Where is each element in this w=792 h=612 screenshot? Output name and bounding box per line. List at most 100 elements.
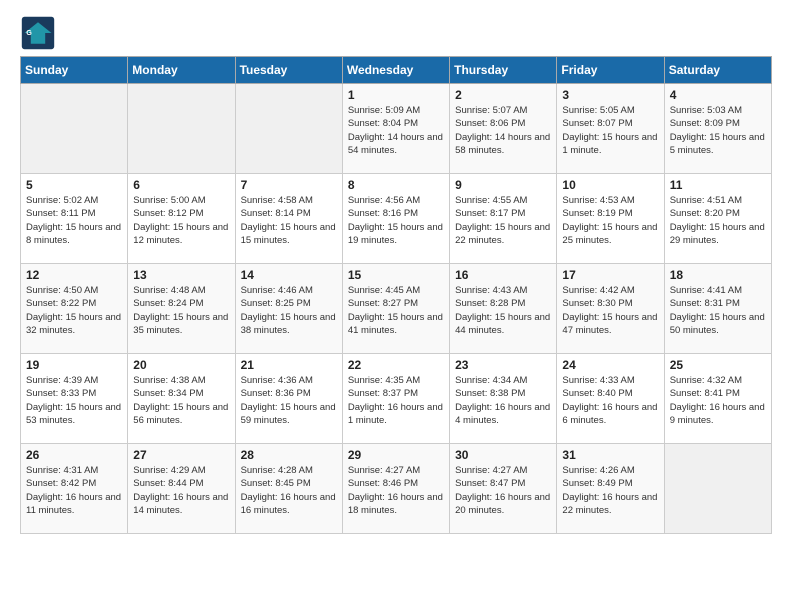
day-info: Sunrise: 4:51 AMSunset: 8:20 PMDaylight:… [670, 194, 766, 247]
day-number: 19 [26, 358, 122, 372]
calendar-cell: 20 Sunrise: 4:38 AMSunset: 8:34 PMDayligh… [128, 354, 235, 444]
day-number: 26 [26, 448, 122, 462]
header: G [20, 15, 772, 51]
day-number: 25 [670, 358, 766, 372]
day-number: 9 [455, 178, 551, 192]
day-info: Sunrise: 4:27 AMSunset: 8:46 PMDaylight:… [348, 464, 444, 517]
calendar-cell [235, 84, 342, 174]
calendar-cell: 31Sunrise: 4:26 AMSunset: 8:49 PMDayligh… [557, 444, 664, 534]
day-number: 20 [133, 358, 229, 372]
day-number: 22 [348, 358, 444, 372]
calendar-cell: 30 Sunrise: 4:27 AMSunset: 8:47 PMDayligh… [450, 444, 557, 534]
calendar-cell [21, 84, 128, 174]
calendar-cell: 14 Sunrise: 4:46 AMSunset: 8:25 PMDayligh… [235, 264, 342, 354]
week-row-4: 19 Sunrise: 4:39 AMSunset: 8:33 PMDayligh… [21, 354, 772, 444]
day-number: 21 [241, 358, 337, 372]
day-number: 28 [241, 448, 337, 462]
calendar-cell: 21 Sunrise: 4:36 AMSunset: 8:36 PMDayligh… [235, 354, 342, 444]
day-number: 12 [26, 268, 122, 282]
week-row-3: 12 Sunrise: 4:50 AMSunset: 8:22 PMDayligh… [21, 264, 772, 354]
day-info: Sunrise: 4:43 AMSunset: 8:28 PMDaylight:… [455, 284, 551, 337]
calendar-cell: 2 Sunrise: 5:07 AMSunset: 8:06 PMDaylight… [450, 84, 557, 174]
calendar-cell: 10 Sunrise: 4:53 AMSunset: 8:19 PMDayligh… [557, 174, 664, 264]
day-number: 10 [562, 178, 658, 192]
week-row-2: 5 Sunrise: 5:02 AMSunset: 8:11 PMDaylight… [21, 174, 772, 264]
day-number: 24 [562, 358, 658, 372]
weekday-header-wednesday: Wednesday [342, 57, 449, 84]
calendar-cell: 18 Sunrise: 4:41 AMSunset: 8:31 PMDayligh… [664, 264, 771, 354]
day-number: 30 [455, 448, 551, 462]
day-info: Sunrise: 4:31 AMSunset: 8:42 PMDaylight:… [26, 464, 122, 517]
day-number: 3 [562, 88, 658, 102]
calendar-cell: 26 Sunrise: 4:31 AMSunset: 8:42 PMDayligh… [21, 444, 128, 534]
day-info: Sunrise: 4:27 AMSunset: 8:47 PMDaylight:… [455, 464, 551, 517]
calendar-cell: 15Sunrise: 4:45 AMSunset: 8:27 PMDayligh… [342, 264, 449, 354]
calendar-cell: 29 Sunrise: 4:27 AMSunset: 8:46 PMDayligh… [342, 444, 449, 534]
day-number: 29 [348, 448, 444, 462]
day-info: Sunrise: 4:55 AMSunset: 8:17 PMDaylight:… [455, 194, 551, 247]
day-info: Sunrise: 5:07 AMSunset: 8:06 PMDaylight:… [455, 104, 551, 157]
calendar-cell: 27 Sunrise: 4:29 AMSunset: 8:44 PMDayligh… [128, 444, 235, 534]
calendar-cell: 25 Sunrise: 4:32 AMSunset: 8:41 PMDayligh… [664, 354, 771, 444]
weekday-header-tuesday: Tuesday [235, 57, 342, 84]
day-number: 5 [26, 178, 122, 192]
day-info: Sunrise: 4:32 AMSunset: 8:41 PMDaylight:… [670, 374, 766, 427]
day-info: Sunrise: 4:48 AMSunset: 8:24 PMDaylight:… [133, 284, 229, 337]
day-number: 16 [455, 268, 551, 282]
day-number: 2 [455, 88, 551, 102]
day-number: 6 [133, 178, 229, 192]
day-info: Sunrise: 5:03 AMSunset: 8:09 PMDaylight:… [670, 104, 766, 157]
calendar-cell: 1 Sunrise: 5:09 AMSunset: 8:04 PMDaylight… [342, 84, 449, 174]
logo-icon: G [20, 15, 56, 51]
weekday-header-row: SundayMondayTuesdayWednesdayThursdayFrid… [21, 57, 772, 84]
calendar-cell: 9 Sunrise: 4:55 AMSunset: 8:17 PMDaylight… [450, 174, 557, 264]
day-info: Sunrise: 4:33 AMSunset: 8:40 PMDaylight:… [562, 374, 658, 427]
day-info: Sunrise: 4:53 AMSunset: 8:19 PMDaylight:… [562, 194, 658, 247]
day-number: 4 [670, 88, 766, 102]
calendar-cell: 7 Sunrise: 4:58 AMSunset: 8:14 PMDaylight… [235, 174, 342, 264]
calendar-cell [128, 84, 235, 174]
calendar-cell: 24 Sunrise: 4:33 AMSunset: 8:40 PMDayligh… [557, 354, 664, 444]
day-info: Sunrise: 4:46 AMSunset: 8:25 PMDaylight:… [241, 284, 337, 337]
calendar-cell: 11 Sunrise: 4:51 AMSunset: 8:20 PMDayligh… [664, 174, 771, 264]
day-number: 1 [348, 88, 444, 102]
weekday-header-saturday: Saturday [664, 57, 771, 84]
day-info: Sunrise: 4:29 AMSunset: 8:44 PMDaylight:… [133, 464, 229, 517]
day-info: Sunrise: 5:05 AMSunset: 8:07 PMDaylight:… [562, 104, 658, 157]
calendar-cell: 28Sunrise: 4:28 AMSunset: 8:45 PMDayligh… [235, 444, 342, 534]
day-info: Sunrise: 5:02 AMSunset: 8:11 PMDaylight:… [26, 194, 122, 247]
svg-text:G: G [26, 28, 32, 37]
calendar-cell: 19 Sunrise: 4:39 AMSunset: 8:33 PMDayligh… [21, 354, 128, 444]
day-info: Sunrise: 4:34 AMSunset: 8:38 PMDaylight:… [455, 374, 551, 427]
day-number: 14 [241, 268, 337, 282]
day-number: 23 [455, 358, 551, 372]
day-number: 8 [348, 178, 444, 192]
day-number: 27 [133, 448, 229, 462]
logo: G [20, 15, 60, 51]
week-row-5: 26 Sunrise: 4:31 AMSunset: 8:42 PMDayligh… [21, 444, 772, 534]
weekday-header-friday: Friday [557, 57, 664, 84]
day-info: Sunrise: 4:26 AMSunset: 8:49 PMDaylight:… [562, 464, 658, 517]
weekday-header-thursday: Thursday [450, 57, 557, 84]
page-container: G SundayMondayTuesdayWednesdayThursdayFr… [0, 0, 792, 549]
day-info: Sunrise: 4:50 AMSunset: 8:22 PMDaylight:… [26, 284, 122, 337]
day-info: Sunrise: 4:38 AMSunset: 8:34 PMDaylight:… [133, 374, 229, 427]
calendar-cell: 23 Sunrise: 4:34 AMSunset: 8:38 PMDayligh… [450, 354, 557, 444]
day-number: 11 [670, 178, 766, 192]
weekday-header-sunday: Sunday [21, 57, 128, 84]
calendar-cell: 5 Sunrise: 5:02 AMSunset: 8:11 PMDaylight… [21, 174, 128, 264]
day-info: Sunrise: 4:35 AMSunset: 8:37 PMDaylight:… [348, 374, 444, 427]
week-row-1: 1 Sunrise: 5:09 AMSunset: 8:04 PMDaylight… [21, 84, 772, 174]
day-number: 15 [348, 268, 444, 282]
day-info: Sunrise: 4:41 AMSunset: 8:31 PMDaylight:… [670, 284, 766, 337]
day-number: 18 [670, 268, 766, 282]
day-info: Sunrise: 4:36 AMSunset: 8:36 PMDaylight:… [241, 374, 337, 427]
day-number: 7 [241, 178, 337, 192]
calendar-cell: 8Sunrise: 4:56 AMSunset: 8:16 PMDaylight… [342, 174, 449, 264]
calendar-cell: 16 Sunrise: 4:43 AMSunset: 8:28 PMDayligh… [450, 264, 557, 354]
day-info: Sunrise: 4:39 AMSunset: 8:33 PMDaylight:… [26, 374, 122, 427]
day-info: Sunrise: 4:42 AMSunset: 8:30 PMDaylight:… [562, 284, 658, 337]
day-info: Sunrise: 5:09 AMSunset: 8:04 PMDaylight:… [348, 104, 444, 157]
weekday-header-monday: Monday [128, 57, 235, 84]
day-info: Sunrise: 4:58 AMSunset: 8:14 PMDaylight:… [241, 194, 337, 247]
